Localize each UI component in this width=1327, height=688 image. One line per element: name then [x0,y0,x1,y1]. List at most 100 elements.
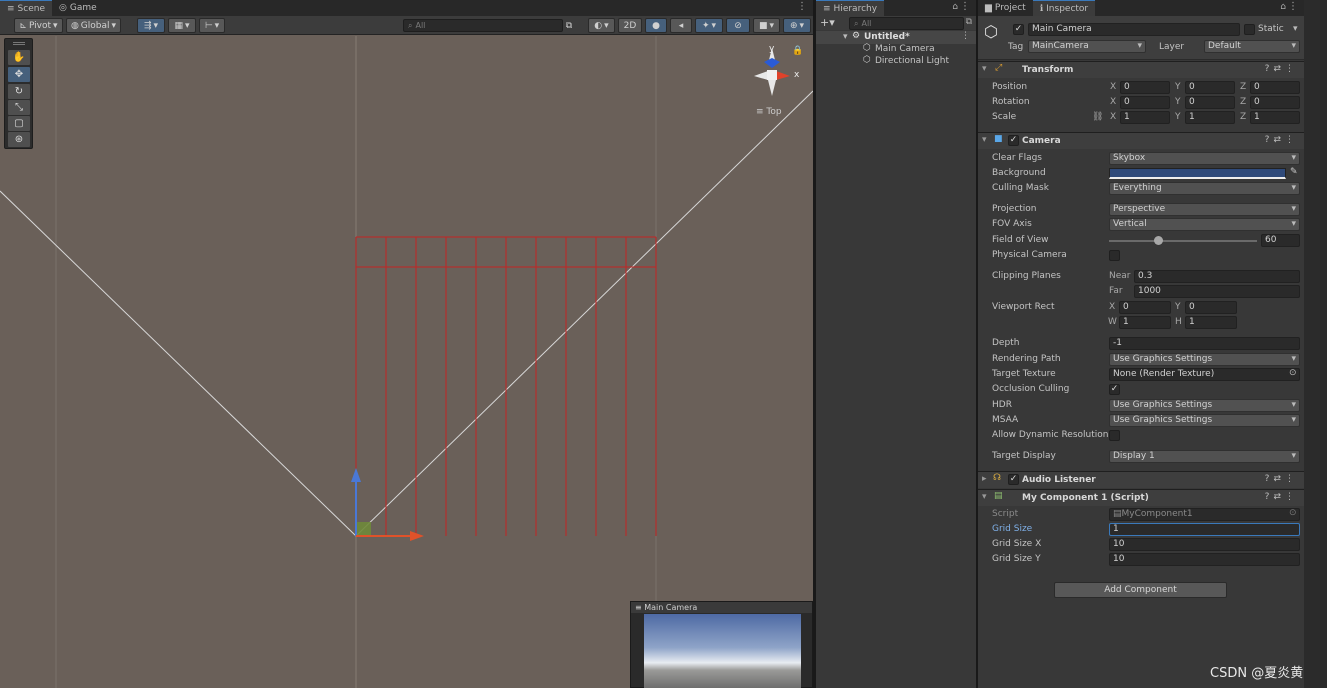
scale-tool-icon[interactable]: ⤡ [8,100,30,115]
scene-viewport[interactable] [0,36,813,688]
lighting-toggle[interactable]: ● [645,18,667,33]
audio-toggle[interactable]: ◂ [670,18,692,33]
link-icon[interactable]: ⛓ [1092,112,1103,122]
component-menu-icons[interactable]: ?⇄⋮ [1265,492,1298,502]
scale-z-field[interactable]: 1 [1250,111,1300,124]
search-options-icon[interactable]: ⧉ [966,17,972,27]
physical-camera-checkbox[interactable] [1109,250,1120,261]
fov-slider-track[interactable] [1109,236,1257,245]
list-item[interactable]: ⬡ Directional Light [816,55,976,67]
tab-hierarchy[interactable]: ≡ Hierarchy [816,0,885,16]
background-color-field[interactable] [1109,168,1286,179]
object-picker-icon[interactable]: ⊙ [1289,368,1297,378]
component-menu-icons[interactable]: ?⇄⋮ [1265,135,1298,145]
more-icon[interactable]: ⋮ [797,1,807,12]
position-x-field[interactable]: 0 [1120,81,1170,94]
rendering-path-dropdown[interactable]: Use Graphics Settings [1109,353,1300,366]
more-icon[interactable]: ⋮ [1288,1,1298,12]
list-item[interactable]: ⬡ Main Camera [816,43,976,55]
position-z-field[interactable]: 0 [1250,81,1300,94]
rect-tool-icon[interactable]: ▢ [8,116,30,131]
target-display-dropdown[interactable]: Display 1 [1109,450,1300,463]
foldout-arrow-icon[interactable]: ▸ [982,474,987,484]
tag-dropdown[interactable]: MainCamera [1028,40,1146,53]
grid-size-y-field[interactable]: 10 [1109,553,1300,566]
hidden-objects-toggle[interactable]: ⊘ [726,18,750,33]
rotation-y-field[interactable]: 0 [1185,96,1235,109]
component-menu-icons[interactable]: ?⇄⋮ [1265,64,1298,74]
scene-menu-icon[interactable]: ⋮ [961,31,970,41]
gizmos-dropdown[interactable]: ⊕ ▾ [783,18,811,33]
foldout-arrow-icon[interactable]: ▾ [982,64,987,74]
fov-axis-dropdown[interactable]: Vertical [1109,218,1300,231]
foldout-arrow-icon[interactable]: ▾ [982,135,987,145]
expand-arrow-icon[interactable]: ▾ [843,32,848,42]
lock-icon[interactable]: ⌂ [1280,2,1286,12]
foldout-arrow-icon[interactable]: ▾ [982,492,987,502]
fov-slider-thumb[interactable] [1153,236,1163,245]
tab-scene[interactable]: ≡ Scene [0,0,52,16]
hierarchy-search-input[interactable]: ⌕ All [849,17,964,30]
transform-component-header[interactable]: ▾ ⤢ Transform ?⇄⋮ [978,61,1304,78]
inspector-scrollbar[interactable] [1304,0,1327,688]
tab-project[interactable]: ▆ Project [978,0,1033,16]
scale-y-field[interactable]: 1 [1185,111,1235,124]
effects-dropdown[interactable]: ✦ ▾ [695,18,723,33]
clear-flags-dropdown[interactable]: Skybox [1109,152,1300,165]
near-field[interactable]: 0.3 [1134,270,1300,283]
transform-gizmo[interactable] [351,468,424,541]
viewport-x-field[interactable]: 0 [1119,301,1171,314]
fov-field[interactable]: 60 [1261,234,1300,247]
scale-x-field[interactable]: 1 [1120,111,1170,124]
far-field[interactable]: 1000 [1134,285,1300,298]
lock-icon[interactable]: 🔒 [792,46,803,56]
grid-visibility-button[interactable]: ▦ ▾ [168,18,196,33]
component-menu-icons[interactable]: ?⇄⋮ [1265,474,1298,484]
rotate-tool-icon[interactable]: ↻ [8,84,30,99]
culling-mask-dropdown[interactable]: Everything [1109,182,1300,195]
viewport-w-field[interactable]: 1 [1119,316,1171,329]
active-checkbox[interactable]: ✓ [1013,24,1024,35]
projection-dropdown[interactable]: Perspective [1109,203,1300,216]
target-texture-field[interactable]: None (Render Texture) [1109,368,1300,381]
gizmo-top-label[interactable]: ≡ Top [756,107,782,117]
pivot-dropdown[interactable]: ⊾ Pivot ▾ [14,18,63,33]
global-dropdown[interactable]: ◍ Global ▾ [66,18,121,33]
search-options-icon[interactable]: ⧉ [563,18,575,33]
hdr-dropdown[interactable]: Use Graphics Settings [1109,399,1300,412]
position-y-field[interactable]: 0 [1185,81,1235,94]
tab-inspector[interactable]: ℹ Inspector [1032,0,1096,16]
msaa-dropdown[interactable]: Use Graphics Settings [1109,414,1300,427]
increment-snap-button[interactable]: ⊢ ▾ [199,18,225,33]
occlusion-culling-checkbox[interactable]: ✓ [1109,384,1120,395]
draw-mode-dropdown[interactable]: ◐ ▾ [588,18,615,33]
camera-dropdown[interactable]: ■ ▾ [753,18,780,33]
viewport-y-field[interactable]: 0 [1185,301,1237,314]
camera-enabled-checkbox[interactable]: ✓ [1008,135,1019,146]
static-checkbox[interactable] [1244,24,1255,35]
move-tool-icon[interactable]: ✥ [8,67,30,82]
static-dropdown-icon[interactable]: ▾ [1293,24,1298,34]
orientation-gizmo[interactable]: y x 🔒 ≡ Top [750,40,810,120]
layer-dropdown[interactable]: Default [1204,40,1300,53]
grid-snap-button[interactable]: ⇶ ▾ [137,18,165,33]
object-name-field[interactable]: Main Camera [1028,23,1240,36]
grid-size-x-field[interactable]: 10 [1109,538,1300,551]
grid-size-field[interactable]: 1 [1109,523,1300,536]
camera-component-header[interactable]: ▾ ■ ✓ Camera ?⇄⋮ [978,132,1304,149]
lock-icon[interactable]: ⌂ [952,2,958,12]
my-component-header[interactable]: ▾ ▤ My Component 1 (Script) ?⇄⋮ [978,489,1304,506]
audio-listener-enabled-checkbox[interactable]: ✓ [1008,474,1019,485]
more-icon[interactable]: ⋮ [960,1,970,12]
hand-tool-icon[interactable]: ✋ [8,50,30,65]
depth-field[interactable]: -1 [1109,337,1300,350]
rotation-x-field[interactable]: 0 [1120,96,1170,109]
scene-search-input[interactable]: ⌕ All [403,19,563,32]
audio-listener-component-header[interactable]: ▸ ☊ ✓ Audio Listener ?⇄⋮ [978,471,1304,488]
transform-tool-icon[interactable]: ⊛ [8,132,30,147]
eyedropper-icon[interactable]: ✎ [1290,167,1298,177]
tab-game[interactable]: ◎ Game [52,0,104,16]
rotation-z-field[interactable]: 0 [1250,96,1300,109]
toggle-2d-button[interactable]: 2D [618,18,642,33]
dynamic-resolution-checkbox[interactable] [1109,430,1120,441]
